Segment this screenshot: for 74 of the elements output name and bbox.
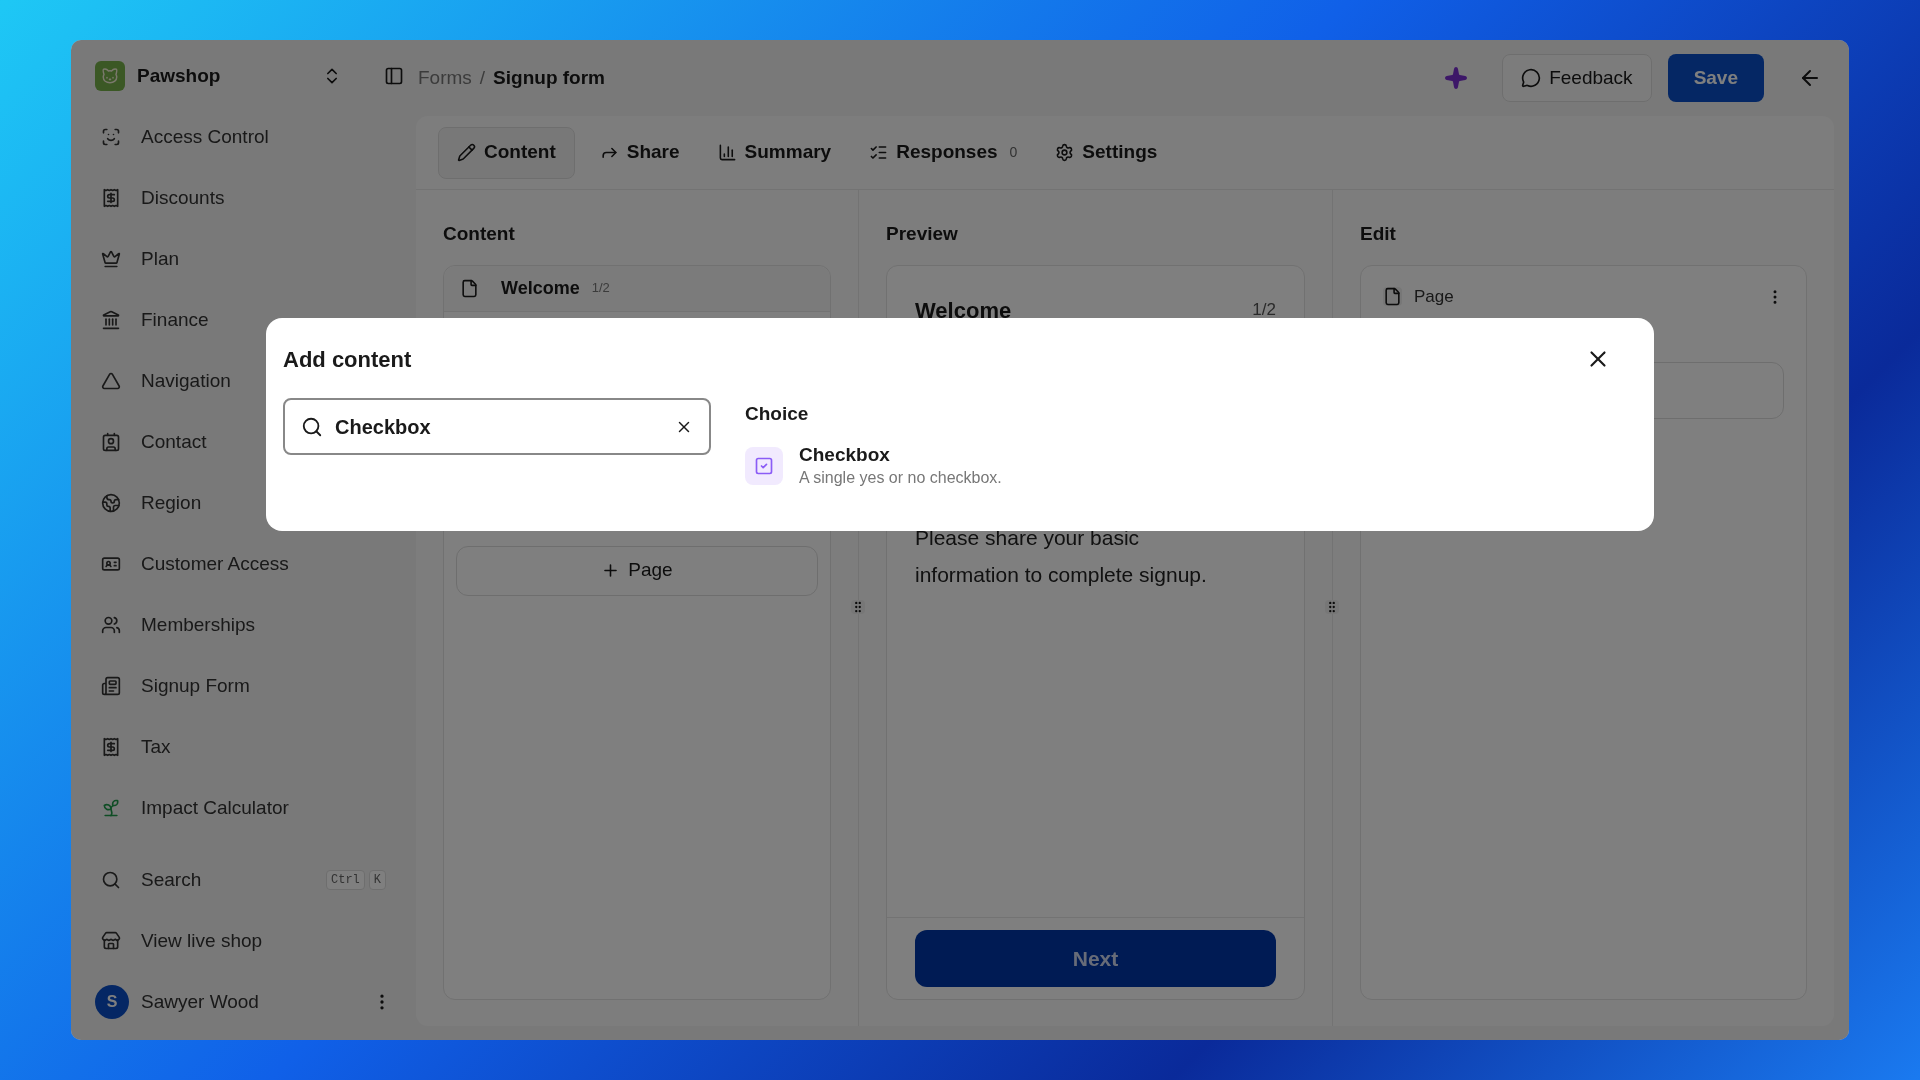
newspaper-icon bbox=[101, 676, 121, 696]
live-shop-link[interactable]: View live shop bbox=[71, 916, 416, 966]
feedback-button[interactable]: Feedback bbox=[1502, 54, 1652, 102]
resize-handle-icon[interactable] bbox=[1325, 600, 1339, 614]
page-list-item[interactable]: Welcome 1/2 bbox=[444, 265, 830, 312]
file-icon bbox=[1383, 287, 1402, 306]
sidebar-toggle-icon[interactable] bbox=[384, 66, 404, 86]
breadcrumb-separator: / bbox=[479, 65, 486, 90]
sidebar-item[interactable]: Memberships bbox=[71, 600, 416, 650]
pencil-icon bbox=[457, 143, 476, 162]
column-title: Preview bbox=[886, 222, 959, 246]
bar-chart-icon bbox=[717, 143, 737, 162]
id-card-icon bbox=[101, 554, 121, 574]
item-type-label: Page bbox=[1414, 285, 1455, 308]
option-description: A single yes or no checkbox. bbox=[799, 467, 1002, 488]
user-name: Sawyer Wood bbox=[141, 989, 260, 1014]
shop-logo-icon bbox=[95, 61, 125, 91]
page-number: 1/2 bbox=[1252, 299, 1276, 322]
section-title: Choice bbox=[745, 402, 810, 426]
globe-icon bbox=[101, 493, 121, 513]
tab[interactable]: Share bbox=[586, 126, 693, 179]
checkbox-icon bbox=[745, 446, 783, 485]
contact-book-icon bbox=[101, 432, 121, 452]
sidebar-item[interactable]: Finance bbox=[71, 295, 416, 345]
dialog-title: Add content bbox=[283, 345, 412, 374]
store-icon bbox=[101, 931, 121, 951]
breadcrumb-link[interactable]: Forms bbox=[418, 63, 472, 93]
user-avatar: S bbox=[95, 985, 129, 1019]
resize-handle-icon[interactable] bbox=[851, 600, 865, 614]
search-item[interactable]: Search Ctrl K bbox=[71, 855, 416, 905]
tab[interactable]: Responses 0 bbox=[856, 126, 1031, 179]
shortcut-key: Ctrl bbox=[326, 870, 365, 890]
search-input[interactable]: Checkbox bbox=[335, 411, 663, 442]
add-page-button[interactable]: Page bbox=[456, 545, 818, 596]
bank-icon bbox=[101, 310, 121, 330]
page-number: 1/2 bbox=[591, 279, 610, 298]
column-title: Edit bbox=[1360, 222, 1397, 246]
sidebar-item[interactable]: Plan bbox=[71, 234, 416, 284]
receipt-icon bbox=[101, 188, 121, 208]
page-title: Welcome bbox=[915, 296, 1012, 325]
tab[interactable]: Summary bbox=[704, 126, 845, 179]
file-icon bbox=[460, 278, 479, 298]
breadcrumb-current: Signup form bbox=[493, 65, 606, 90]
sidebar-item[interactable]: Region bbox=[71, 478, 416, 528]
search-icon bbox=[101, 870, 121, 890]
sprout-icon bbox=[101, 798, 121, 818]
tab[interactable]: Content bbox=[438, 126, 575, 179]
sparkle-icon[interactable] bbox=[1444, 66, 1469, 90]
shortcut-key: K bbox=[368, 870, 386, 890]
list-icon bbox=[869, 143, 889, 162]
sidebar-item[interactable]: Discounts bbox=[71, 173, 416, 223]
users-icon bbox=[101, 615, 121, 635]
sidebar-item[interactable]: Access Control bbox=[71, 112, 416, 162]
next-button[interactable]: Next bbox=[915, 930, 1276, 987]
sidebar-item[interactable]: Tax bbox=[71, 722, 416, 772]
crown-icon bbox=[101, 249, 121, 269]
page-body-text: Please share your basic information to complete signup. bbox=[914, 524, 1208, 588]
receipt-icon bbox=[101, 737, 121, 757]
tab[interactable]: Settings bbox=[1042, 126, 1171, 179]
sidebar-item[interactable]: Impact Calculator bbox=[71, 783, 416, 833]
save-button[interactable]: Save bbox=[1667, 54, 1764, 102]
gear-icon bbox=[1055, 143, 1075, 162]
column-title: Content bbox=[443, 222, 516, 246]
chat-bubble-icon bbox=[1521, 68, 1542, 88]
triangle-icon bbox=[101, 371, 121, 391]
face-scan-icon bbox=[101, 127, 121, 147]
tab-count: 0 bbox=[1009, 143, 1018, 162]
content-option[interactable]: Checkbox A single yes or no checkbox. bbox=[745, 442, 1002, 489]
shop-name: Pawshop bbox=[137, 63, 222, 88]
search-field[interactable]: Checkbox bbox=[283, 398, 711, 455]
option-title: Checkbox bbox=[799, 442, 891, 467]
sidebar-item[interactable]: Signup Form bbox=[71, 661, 416, 711]
sidebar-item[interactable]: Customer Access bbox=[71, 539, 416, 589]
search-icon bbox=[301, 415, 323, 438]
